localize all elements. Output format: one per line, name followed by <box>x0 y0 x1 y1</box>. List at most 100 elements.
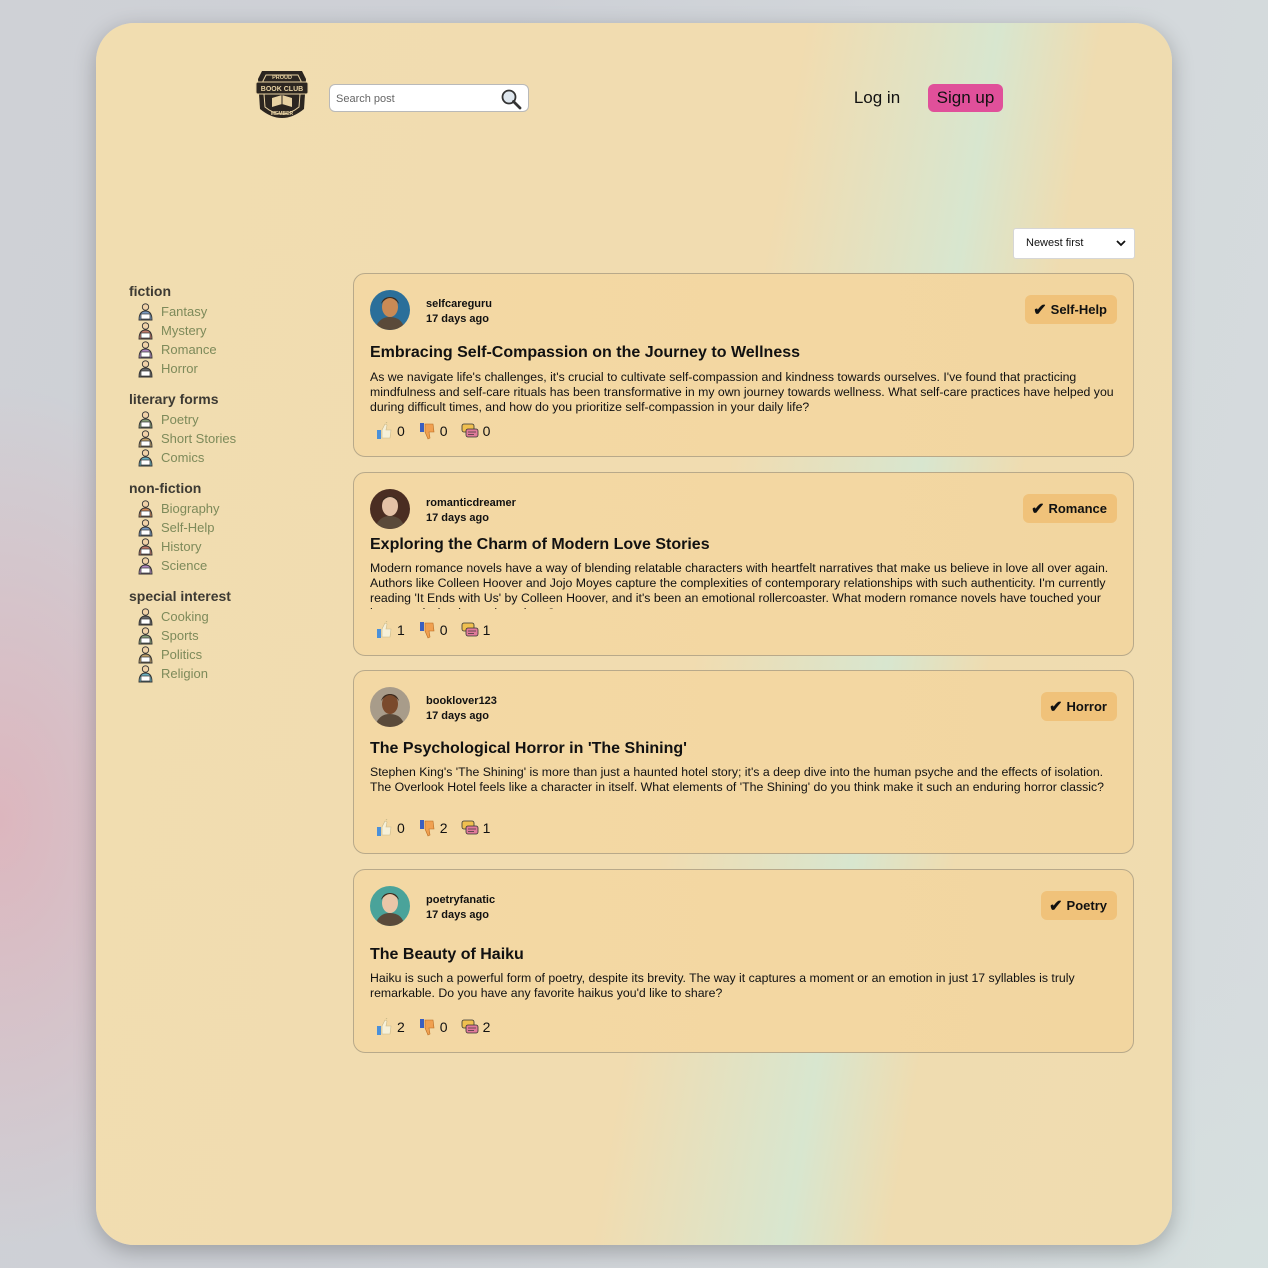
post-title[interactable]: The Beauty of Haiku <box>370 946 524 964</box>
sidebar-item-label: Poetry <box>161 412 199 427</box>
thumbs-down-icon <box>417 621 440 639</box>
detective-icon <box>138 322 153 340</box>
post-username[interactable]: poetryfanatic <box>426 894 495 906</box>
dislike-button[interactable]: 0 <box>417 422 448 440</box>
dislike-button[interactable]: 0 <box>417 621 448 639</box>
category-tag[interactable]: ✔ Romance <box>1023 494 1117 523</box>
comment-button[interactable]: 1 <box>460 621 491 639</box>
sidebar-item-label: Politics <box>161 647 203 662</box>
comment-count: 1 <box>482 820 491 836</box>
post-title[interactable]: Exploring the Charm of Modern Love Stori… <box>370 536 710 554</box>
post-username[interactable]: booklover123 <box>426 695 497 707</box>
category-group: non-fiction Biography Self-Help History Scie… <box>129 480 309 575</box>
meditation-icon <box>138 519 153 537</box>
dislike-button[interactable]: 2 <box>417 819 448 837</box>
post-title[interactable]: The Psychological Horror in 'The Shining… <box>370 740 687 758</box>
post-card[interactable]: booklover123 17 days ago ✔ Horror The Psycho… <box>353 670 1134 854</box>
sidebar-item-label: History <box>161 539 202 554</box>
thumbs-down-icon <box>417 819 440 837</box>
wizard-icon <box>138 303 153 321</box>
category-tag-label: Self-Help <box>1050 302 1107 317</box>
like-button[interactable]: 2 <box>374 1018 405 1036</box>
sidebar-item-sports[interactable]: Sports <box>129 626 309 645</box>
flask-icon <box>138 557 153 575</box>
sort-select[interactable]: Newest first <box>1013 228 1135 259</box>
category-tag[interactable]: ✔ Poetry <box>1041 891 1117 920</box>
sidebar-item-fantasy[interactable]: Fantasy <box>129 302 309 321</box>
sidebar-item-politics[interactable]: Politics <box>129 645 309 664</box>
check-icon: ✔ <box>1049 897 1063 915</box>
comment-count: 1 <box>482 622 491 638</box>
app-window: PROUD BOOK CLUB MEMBER Log in Sign up Ne… <box>96 23 1172 1245</box>
dislike-button[interactable]: 0 <box>417 1018 448 1036</box>
post-timestamp: 17 days ago <box>426 512 489 524</box>
sidebar-item-label: Romance <box>161 342 217 357</box>
avatar[interactable] <box>370 290 410 330</box>
people-icon <box>138 646 153 664</box>
sidebar-item-mystery[interactable]: Mystery <box>129 321 309 340</box>
avatar[interactable] <box>370 886 410 926</box>
category-tag-label: Poetry <box>1066 898 1107 913</box>
category-tag-label: Horror <box>1066 699 1107 714</box>
comment-icon <box>460 621 483 639</box>
category-tag[interactable]: ✔ Self-Help <box>1025 295 1117 324</box>
sidebar-item-short-stories[interactable]: Short Stories <box>129 429 309 448</box>
comment-icon <box>460 1018 483 1036</box>
category-group: special interest Cooking Sports Politics Rel… <box>129 588 309 683</box>
sort-select-value: Newest first <box>1026 237 1084 249</box>
post-body: As we navigate life's challenges, it's c… <box>370 370 1114 414</box>
comment-button[interactable]: 1 <box>460 819 491 837</box>
poem-icon <box>138 411 153 429</box>
search-box[interactable] <box>329 84 529 112</box>
post-stats: 0 2 1 <box>374 819 502 837</box>
like-button[interactable]: 1 <box>374 621 405 639</box>
sidebar-item-comics[interactable]: Comics <box>129 448 309 467</box>
post-title[interactable]: Embracing Self-Compassion on the Journey… <box>370 344 800 362</box>
sidebar-item-label: Sports <box>161 628 199 643</box>
sidebar-item-self-help[interactable]: Self-Help <box>129 518 309 537</box>
like-count: 0 <box>397 423 405 439</box>
post-card[interactable]: poetryfanatic 17 days ago ✔ Poetry The Beaut… <box>353 869 1134 1053</box>
search-icon[interactable] <box>500 88 522 110</box>
like-button[interactable]: 0 <box>374 422 405 440</box>
sidebar-item-poetry[interactable]: Poetry <box>129 410 309 429</box>
signup-button[interactable]: Sign up <box>928 84 1003 112</box>
post-card[interactable]: romanticdreamer 17 days ago ✔ Romance Explor… <box>353 472 1134 656</box>
comic-icon <box>138 449 153 467</box>
sidebar-item-biography[interactable]: Biography <box>129 499 309 518</box>
couple-icon <box>138 341 153 359</box>
sidebar-item-cooking[interactable]: Cooking <box>129 607 309 626</box>
category-group: literary forms Poetry Short Stories Comics <box>129 391 309 467</box>
like-button[interactable]: 0 <box>374 819 405 837</box>
category-group-title: literary forms <box>129 391 219 407</box>
post-card[interactable]: selfcareguru 17 days ago ✔ Self-Help Embraci… <box>353 273 1134 457</box>
svg-text:PROUD: PROUD <box>272 75 292 81</box>
sidebar-item-religion[interactable]: Religion <box>129 664 309 683</box>
avatar[interactable] <box>370 687 410 727</box>
sidebar-item-label: Cooking <box>161 609 209 624</box>
search-input[interactable] <box>336 90 496 108</box>
post-timestamp: 17 days ago <box>426 313 489 325</box>
thumbs-up-icon <box>374 422 397 440</box>
sidebar-item-label: Religion <box>161 666 208 681</box>
login-button[interactable]: Log in <box>846 84 908 112</box>
category-tag[interactable]: ✔ Horror <box>1041 692 1117 721</box>
sidebar-item-science[interactable]: Science <box>129 556 309 575</box>
sidebar-item-horror[interactable]: Horror <box>129 359 309 378</box>
category-group: fiction Fantasy Mystery Romance Horror <box>129 283 309 378</box>
post-username[interactable]: romanticdreamer <box>426 497 516 509</box>
thumbs-up-icon <box>374 621 397 639</box>
comment-icon <box>460 819 483 837</box>
comment-button[interactable]: 0 <box>460 422 490 440</box>
sidebar-item-label: Biography <box>161 501 220 516</box>
sidebar-item-label: Comics <box>161 450 205 465</box>
ghost-icon <box>138 360 153 378</box>
book-club-logo[interactable]: PROUD BOOK CLUB MEMBER <box>254 65 310 127</box>
category-tag-label: Romance <box>1048 501 1107 516</box>
check-icon: ✔ <box>1049 698 1063 716</box>
comment-button[interactable]: 2 <box>460 1018 490 1036</box>
post-username[interactable]: selfcareguru <box>426 298 492 310</box>
sidebar-item-history[interactable]: History <box>129 537 309 556</box>
avatar[interactable] <box>370 489 410 529</box>
sidebar-item-romance[interactable]: Romance <box>129 340 309 359</box>
